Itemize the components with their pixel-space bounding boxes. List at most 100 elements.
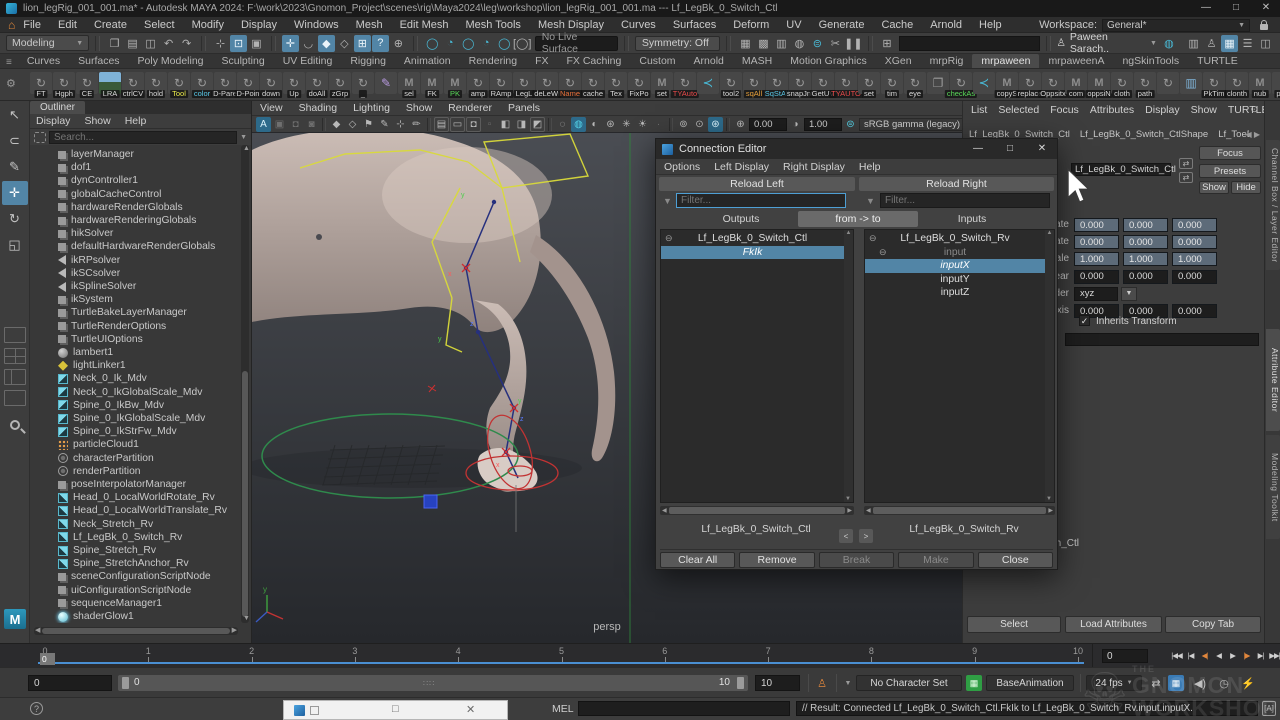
shelf-tab-mash[interactable]: MASH — [733, 54, 781, 68]
shelf-item-sqall[interactable]: ↻sqAll — [743, 72, 765, 98]
shelf-item-lra[interactable]: LRA — [99, 72, 121, 98]
attribute-value-field[interactable]: 1.000 — [1074, 252, 1119, 266]
menu-surfaces[interactable]: Surfaces — [673, 19, 716, 31]
attribute-editor-tab-lf-toebk-0-anim-in[interactable]: Lf_ToeBk_0_Anim_In — [1218, 129, 1249, 140]
tab-attribute-editor[interactable]: Attribute Editor — [1266, 329, 1280, 431]
shelf-item-tyauto[interactable]: ↻TYAuto — [674, 72, 696, 98]
shelf-item-icon[interactable]: ↻_ — [352, 72, 374, 98]
evaluation-mode-icon[interactable]: ⚡ — [1240, 675, 1256, 691]
shelf-item-item[interactable]: ✎ — [375, 72, 397, 98]
outliner-item-sequencemanager1[interactable]: sequenceManager1 — [30, 597, 242, 610]
shelf-item-doall[interactable]: ↻doAll — [306, 72, 328, 98]
play-backwards-button[interactable]: ◀ — [1212, 647, 1225, 664]
timeline-tick-10[interactable]: 10 — [1073, 646, 1083, 656]
previous-node-button[interactable]: < — [839, 529, 853, 543]
shelf-item-sel[interactable]: Msel — [398, 72, 420, 98]
maximize-button[interactable]: □ — [392, 703, 399, 715]
shelf-tab-rigging[interactable]: Rigging — [341, 54, 395, 68]
shelf-item-oppsitx[interactable]: ↻Oppsitx — [1042, 72, 1064, 98]
outliner-item-renderpartition[interactable]: renderPartition — [30, 465, 242, 478]
gamma-field[interactable]: 1.00 — [804, 118, 842, 131]
outliner-menu-show[interactable]: Show — [84, 115, 110, 127]
scrollbar[interactable]: ▲▼ — [844, 230, 853, 502]
history-icon[interactable]: ◯ — [460, 35, 477, 52]
shelf-tab-uv-editing[interactable]: UV Editing — [274, 54, 342, 68]
minimize-button[interactable]: — — [1192, 0, 1220, 17]
shelf-item-tool[interactable]: ↻Tool — [168, 72, 190, 98]
outliner-search-input[interactable] — [49, 131, 237, 144]
lasso-select-tool[interactable]: ⊂ — [2, 129, 28, 153]
outliner-item-dof1[interactable]: dof1 — [30, 161, 242, 174]
outliner-item-spine-stretch-rv[interactable]: Spine_Stretch_Rv — [30, 544, 242, 557]
timeline-tick-2[interactable]: 2 — [249, 646, 254, 656]
live-surface-bracket-icon[interactable]: [◯] — [514, 35, 531, 52]
menu-mesh-tools[interactable]: Mesh Tools — [466, 19, 521, 31]
shelf-item-fixpo[interactable]: ↻FixPo — [628, 72, 650, 98]
shelf-item-name[interactable]: ↻Name — [559, 72, 581, 98]
load-attributes-button[interactable]: Load Attributes — [1065, 616, 1162, 633]
close-icon[interactable]: ✕ — [1027, 139, 1057, 159]
menu-edit[interactable]: Edit — [58, 19, 77, 31]
fps-dropdown[interactable]: 24 fps ▼ — [1086, 675, 1142, 691]
zoom-layout-icon[interactable] — [10, 420, 20, 430]
shelf-tab-sculpting[interactable]: Sculpting — [213, 54, 274, 68]
camera-attributes-icon[interactable]: ◘ — [288, 117, 303, 132]
step-forward-key-button[interactable]: |▶ — [1240, 647, 1253, 664]
shelf-item-tyauto[interactable]: ↻TYAUTO — [835, 72, 857, 98]
shelf-tab-mrpaween[interactable]: mrpaween — [972, 54, 1039, 68]
swap-node-icon[interactable]: ⇄ — [1179, 158, 1193, 169]
layout-split-pane-button[interactable] — [4, 369, 26, 385]
shelf-item-up[interactable]: ↻Up — [283, 72, 305, 98]
range-grip[interactable]: ∷∷ — [423, 679, 435, 688]
close-button[interactable]: Close — [978, 552, 1053, 568]
reload-left-button[interactable]: Reload Left — [659, 177, 855, 191]
outliner-item-iksplinesolver[interactable]: ikSplineSolver — [30, 280, 242, 293]
close-button[interactable]: ✕ — [1252, 0, 1280, 17]
render-sphere-icon[interactable]: ◍ — [1161, 35, 1177, 52]
no-history-icon[interactable]: ◯ — [496, 35, 513, 52]
outliner-item-neck-0-ik-mdv[interactable]: Neck_0_Ik_Mdv — [30, 372, 242, 385]
shelf-tab-motion-graphics[interactable]: Motion Graphics — [781, 54, 875, 68]
menu-windows[interactable]: Windows — [294, 19, 339, 31]
shelf-config-icon[interactable]: ⚙ — [6, 77, 16, 90]
presets-button[interactable]: Presets — [1199, 164, 1261, 178]
shelf-tab-fx[interactable]: FX — [526, 54, 557, 68]
shelf-tab-mrprig[interactable]: mrpRig — [921, 54, 973, 68]
resolution-gate-icon[interactable]: ⊙ — [692, 117, 707, 132]
outliner-item-ikscsolver[interactable]: ikSCsolver — [30, 267, 242, 280]
shelf-item-fk[interactable]: MFK — [421, 72, 443, 98]
outliner-item-defaulthardwarerenderglobals[interactable]: defaultHardwareRenderGlobals — [30, 240, 242, 253]
attribute-value-field[interactable]: 0.000 — [1172, 218, 1217, 232]
go-to-start-button[interactable]: |◀◀ — [1170, 647, 1183, 664]
attribute-value-field[interactable]: 0.000 — [1123, 270, 1168, 284]
select-hierarchy-icon[interactable]: ⊹ — [212, 35, 229, 52]
select-tool[interactable]: ↖ — [2, 103, 28, 127]
outliner-item-lf-legbk-0-switch-rv[interactable]: Lf_LegBk_0_Switch_Rv — [30, 531, 242, 544]
outliner-item-spine-0-ikstrfw-mdv[interactable]: Spine_0_IkStrFw_Mdv — [30, 425, 242, 438]
outliner-item-neck-0-ikglobalscale-mdv[interactable]: Neck_0_IkGlobalScale_Mdv — [30, 386, 242, 399]
menu-modify[interactable]: Modify — [192, 19, 224, 31]
outliner-item-uiconfigurationscriptnode[interactable]: uiConfigurationScriptNode — [30, 584, 242, 597]
focus-button[interactable]: Focus — [1199, 146, 1261, 160]
time-slider[interactable]: 012345678910 0 0 |◀◀|◀◀|◀▶|▶▶|▶▶| — [0, 643, 1280, 667]
pause-icon[interactable]: ❚❚ — [845, 35, 862, 52]
image-plane-icon[interactable]: ◆ — [329, 117, 344, 132]
outliner-item-particlecloud1[interactable]: particleCloud1 — [30, 438, 242, 451]
minimize-button[interactable]: — — [963, 139, 993, 159]
outliner-item-characterpartition[interactable]: characterPartition — [30, 452, 242, 465]
direction-toggle-button[interactable]: from -> to — [798, 211, 918, 227]
outliner-item-hardwarerenderingglobals[interactable]: hardwareRenderingGlobals — [30, 214, 242, 227]
use-default-material-icon[interactable]: ▫ — [482, 117, 497, 132]
view-cube-icon[interactable]: ◇ — [345, 117, 360, 132]
outliner-item-turtlerenderoptions[interactable]: TurtleRenderOptions — [30, 320, 242, 333]
outliner-item-lightlinker1[interactable]: lightLinker1 — [30, 359, 242, 372]
anim-layer-dropdown[interactable]: BaseAnimation — [986, 675, 1074, 691]
snap-to-curve-icon[interactable]: ◡ — [300, 35, 317, 52]
connection-editor-menu-right-display[interactable]: Right Display — [783, 161, 845, 173]
shelf-item-down[interactable]: ↻down — [260, 72, 282, 98]
attribute-editor-menu-turtle[interactable]: TURTLE — [1228, 104, 1269, 116]
save-scene-icon[interactable]: ◫ — [142, 35, 159, 52]
play-forwards-button[interactable]: ▶ — [1226, 647, 1239, 664]
input-connections-icon[interactable]: ◯ — [424, 35, 441, 52]
clear-all-button[interactable]: Clear All — [660, 552, 735, 568]
